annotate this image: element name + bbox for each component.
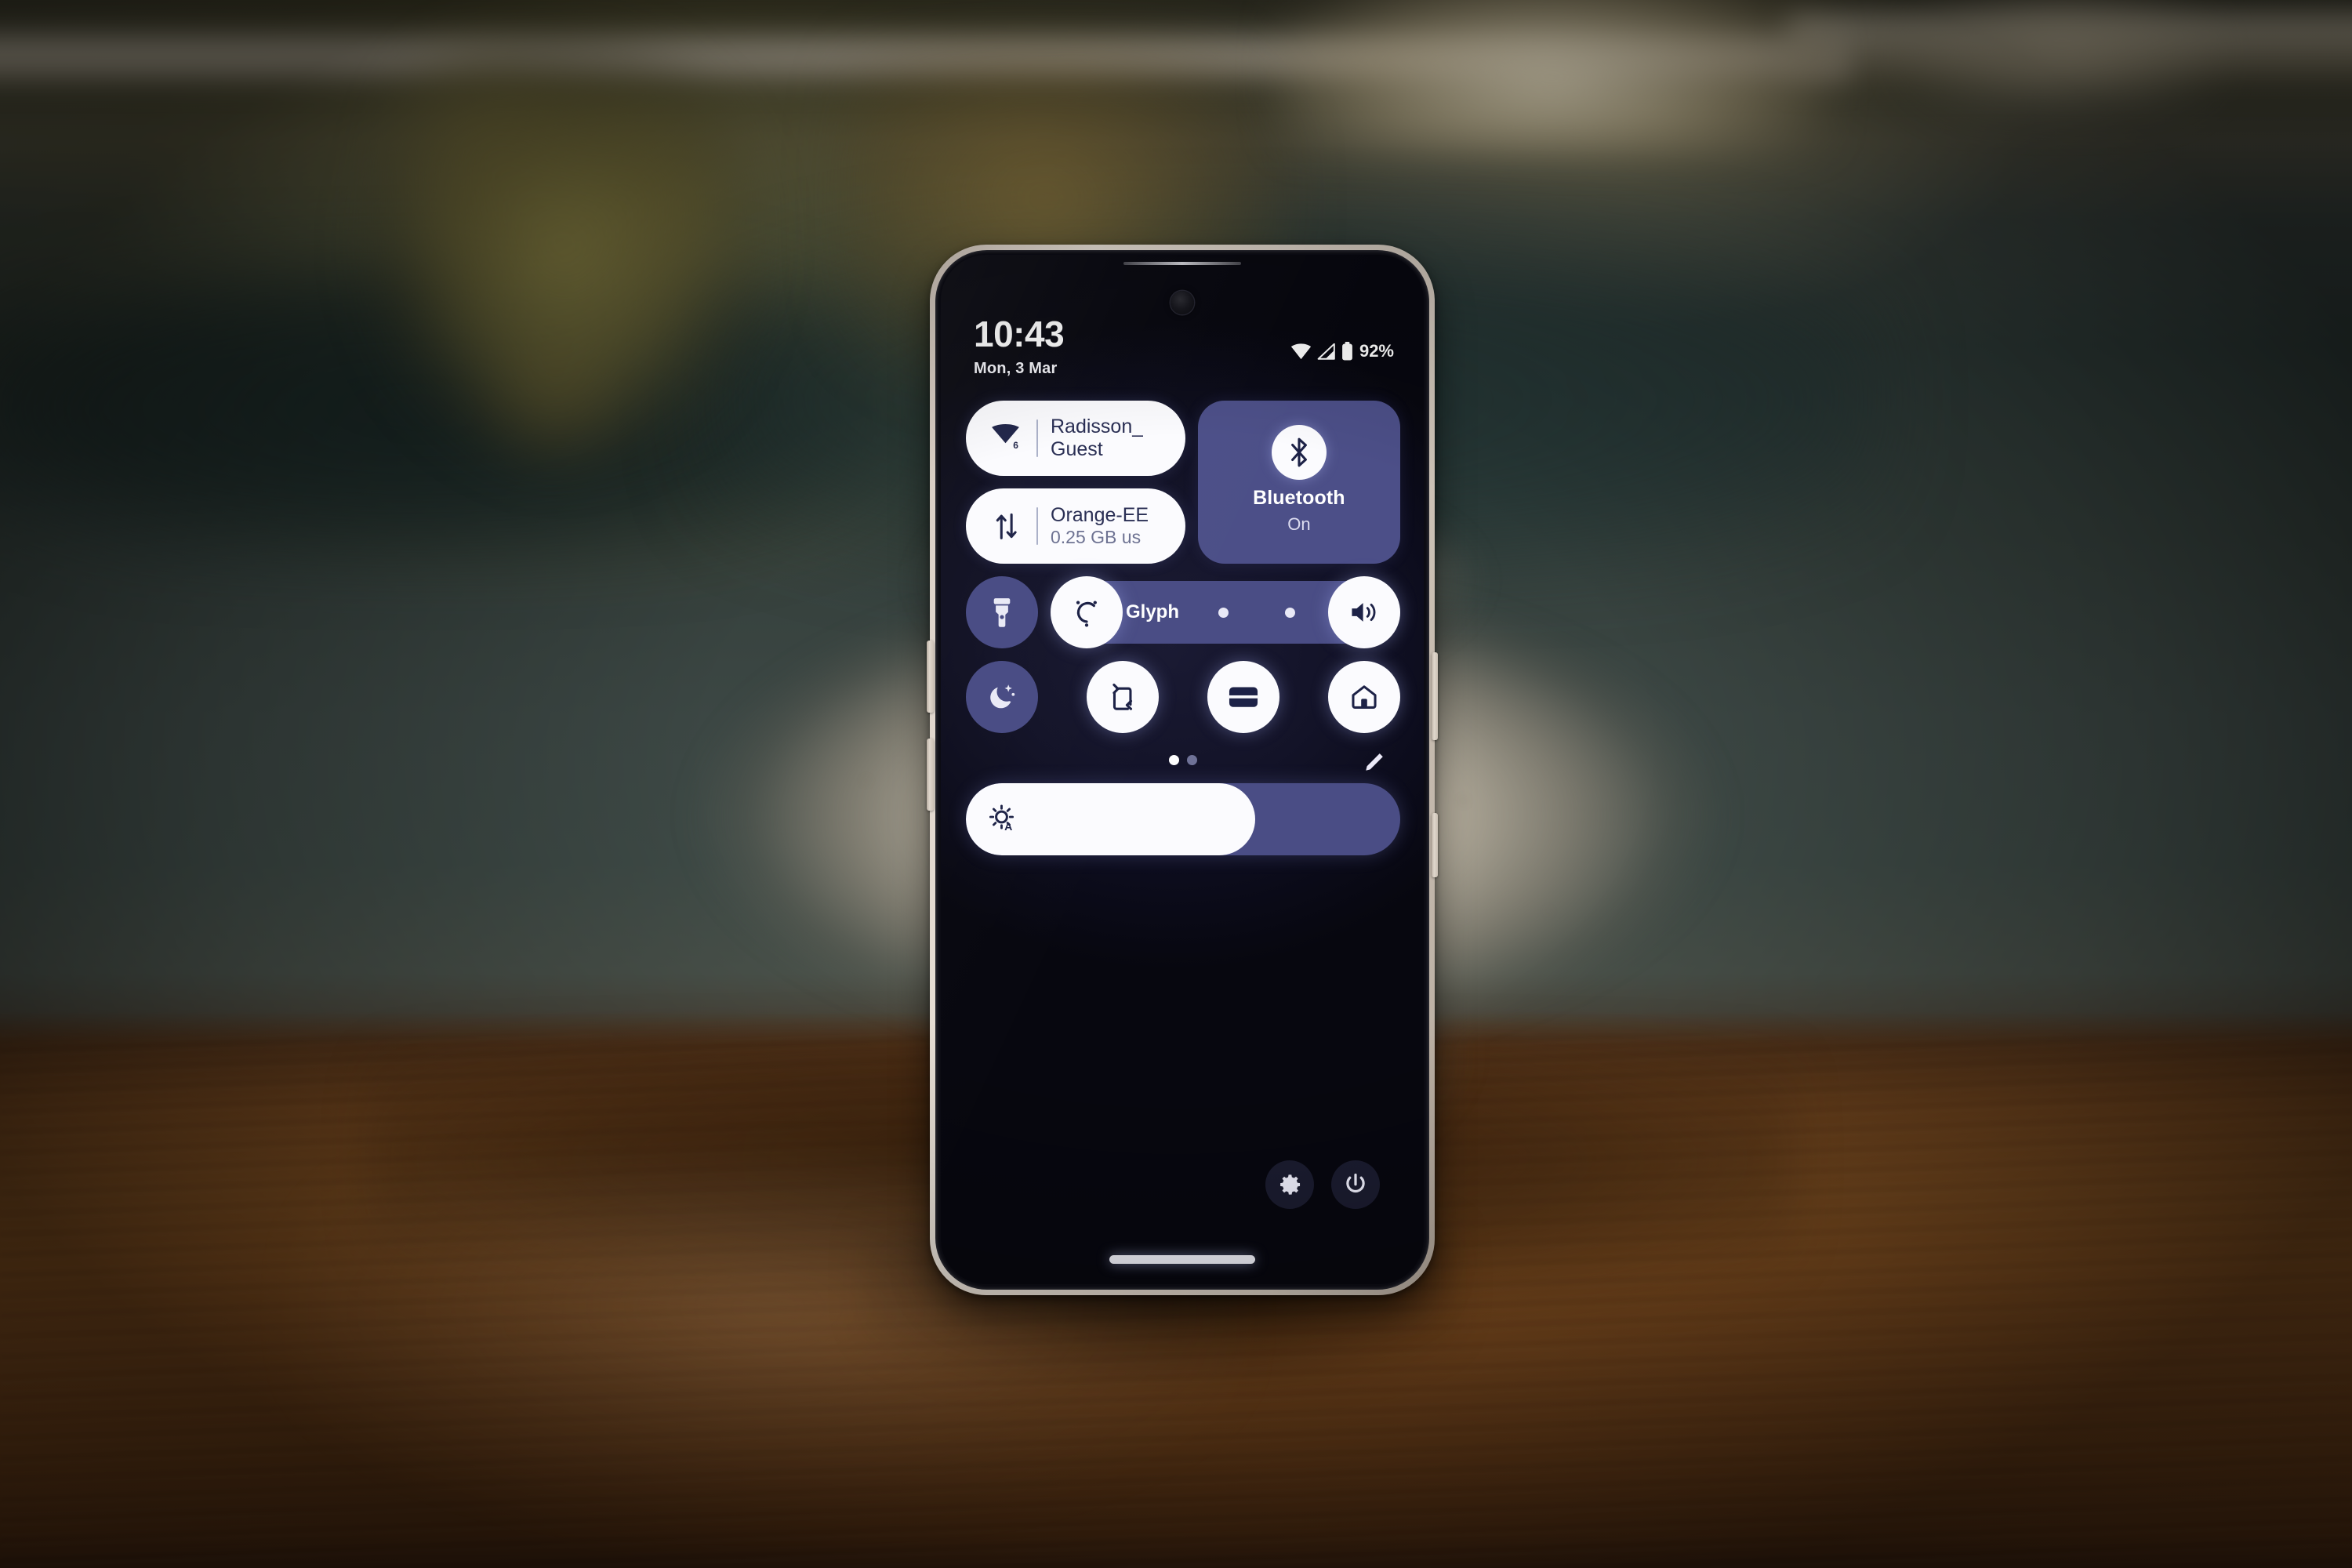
bedtime-moon-icon <box>987 682 1017 712</box>
auto-rotate-tile[interactable] <box>1087 661 1159 733</box>
flashlight-icon <box>992 597 1012 627</box>
photo-scene: 10:43 Mon, 3 Mar <box>0 0 2352 1568</box>
bedtime-tile[interactable] <box>966 661 1038 733</box>
auto-rotate-icon <box>1109 682 1137 712</box>
volume-tile[interactable] <box>1328 576 1400 648</box>
glyph-dot <box>1218 607 1229 618</box>
glyph-tile-label: Glyph <box>1126 601 1180 622</box>
glyph-tile[interactable] <box>1051 576 1123 648</box>
photo-vignette <box>0 0 2352 1568</box>
earpiece-speaker <box>1123 262 1241 265</box>
glyph-icon <box>1069 594 1105 630</box>
flashlight-tile[interactable] <box>966 576 1038 648</box>
smart-home-icon <box>1349 683 1379 711</box>
front-camera-punchhole <box>1171 291 1194 314</box>
smart-home-tile[interactable] <box>1328 661 1400 733</box>
wallet-tile[interactable] <box>1207 661 1279 733</box>
glyph-dot <box>1285 607 1295 618</box>
volume-icon <box>1348 599 1380 626</box>
glyph-level-dots <box>1218 607 1295 618</box>
wallet-icon <box>1227 684 1260 710</box>
